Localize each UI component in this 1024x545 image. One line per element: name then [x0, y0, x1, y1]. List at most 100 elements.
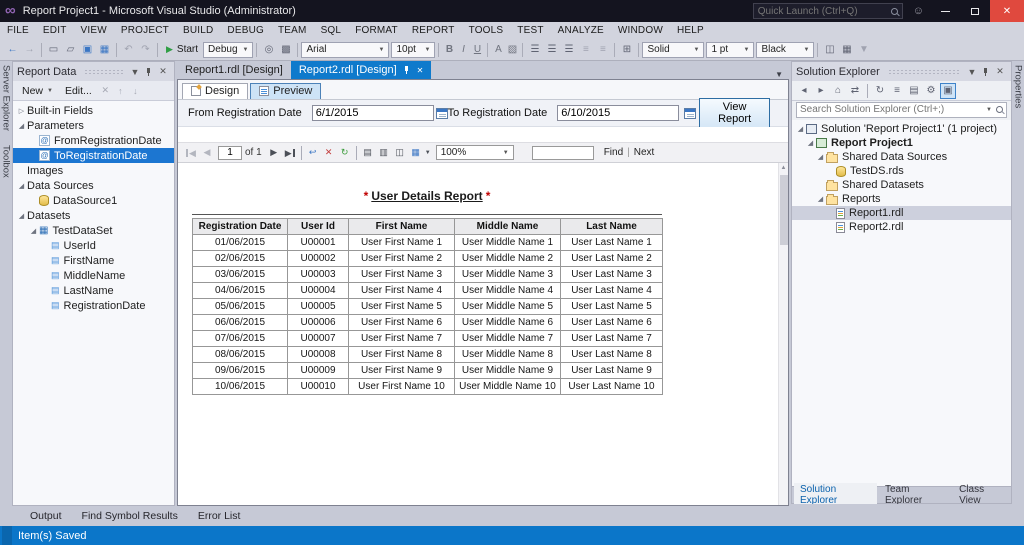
open-file-icon[interactable]: ▱ [62, 41, 79, 59]
bullet-list-icon[interactable]: ≡ [577, 41, 594, 59]
side-tab-properties[interactable]: Properties [1013, 65, 1024, 108]
properties-icon[interactable]: ⚙ [923, 83, 939, 99]
tree-item[interactable]: TestDS.rds [792, 164, 1011, 178]
tree-item[interactable]: ▷Built-in Fields [13, 103, 174, 118]
back-icon[interactable]: ◂ [796, 83, 812, 99]
print-icon[interactable]: ▤ [360, 144, 376, 161]
first-page-icon[interactable]: ◀ [183, 144, 199, 161]
feedback-icon[interactable]: ☺ [913, 5, 924, 17]
close-tab-icon[interactable]: ✕ [417, 66, 424, 75]
start-debug-button[interactable]: ▶ Start [161, 44, 203, 55]
document-tab[interactable]: Report2.rdl [Design]✕ [291, 61, 432, 79]
tree-collapse-icon[interactable]: ◢ [28, 227, 39, 235]
comment-icon[interactable]: ▩ [277, 41, 294, 59]
find-next-button[interactable]: Next [630, 147, 659, 158]
panel-tab-find-symbol-results[interactable]: Find Symbol Results [74, 508, 186, 524]
tree-collapse-icon[interactable]: ◢ [795, 125, 806, 133]
menu-item-tools[interactable]: TOOLS [462, 25, 511, 36]
edit-button[interactable]: Edit... [60, 84, 97, 98]
menu-item-test[interactable]: TEST [510, 25, 550, 36]
menu-item-analyze[interactable]: ANALYZE [551, 25, 611, 36]
search-box[interactable]: ▼ [796, 102, 1007, 118]
undo-icon[interactable]: ↶ [120, 41, 137, 59]
last-page-icon[interactable]: ▶ [282, 144, 298, 161]
tree-item[interactable]: ◢Datasets [13, 208, 174, 223]
navigate-forward-icon[interactable]: → [21, 41, 38, 59]
panel-tab-output[interactable]: Output [22, 508, 70, 524]
tab-list-dropdown-icon[interactable]: ▼ [769, 70, 789, 79]
refresh-icon[interactable]: ↻ [872, 83, 888, 99]
border-width-select[interactable]: 1 pt ▼ [706, 42, 754, 58]
switch-views-icon[interactable]: ⇄ [847, 83, 863, 99]
tree-collapse-icon[interactable]: ◢ [16, 122, 27, 130]
bold-icon[interactable]: B [442, 44, 456, 55]
toolbar-overflow-icon[interactable]: ▼ [855, 41, 872, 59]
tree-item[interactable]: Report2.rdl [792, 220, 1011, 234]
tree-item[interactable]: @FromRegistrationDate [13, 133, 174, 148]
window-position-icon[interactable]: ▼ [128, 64, 142, 80]
tree-item[interactable]: Report1.rdl [792, 206, 1011, 220]
tree-item[interactable]: ▤MiddleName [13, 268, 174, 283]
border-style-select[interactable]: Solid ▼ [642, 42, 704, 58]
quick-launch-input[interactable] [758, 6, 891, 17]
preview-selected-items-icon[interactable]: ▣ [940, 83, 956, 99]
previous-page-icon[interactable]: ◀ [199, 144, 215, 161]
menu-item-sql[interactable]: SQL [314, 25, 349, 36]
tab-design[interactable]: Design [182, 83, 248, 99]
stop-rendering-icon[interactable]: ✕ [321, 144, 337, 161]
menu-item-window[interactable]: WINDOW [611, 25, 670, 36]
align-right-icon[interactable]: ☰ [560, 41, 577, 59]
tree-collapse-icon[interactable]: ◢ [815, 195, 826, 203]
font-family-select[interactable]: Arial ▼ [301, 42, 389, 58]
tree-item[interactable]: ◢Report Project1 [792, 136, 1011, 150]
save-all-icon[interactable]: ▦ [96, 41, 113, 59]
restore-button[interactable] [960, 0, 990, 22]
vertical-scrollbar[interactable]: ▲ [778, 163, 788, 505]
italic-icon[interactable]: I [456, 44, 470, 55]
tree-item[interactable]: DataSource1 [13, 193, 174, 208]
menu-item-team[interactable]: TEAM [271, 25, 314, 36]
close-button[interactable]: ✕ [990, 0, 1024, 22]
tree-item[interactable]: ▤UserId [13, 238, 174, 253]
minimize-button[interactable] [930, 0, 960, 22]
tree-item[interactable]: ▤FirstName [13, 253, 174, 268]
number-list-icon[interactable]: ≡ [594, 41, 611, 59]
export-icon[interactable]: ▦ [408, 144, 424, 161]
save-icon[interactable]: ▣ [79, 41, 96, 59]
quick-launch-box[interactable] [753, 3, 903, 19]
tree-item[interactable]: ▤LastName [13, 283, 174, 298]
new-button[interactable]: New ▼ [17, 84, 58, 98]
print-layout-icon[interactable]: ▥ [376, 144, 392, 161]
find-in-files-icon[interactable]: ◎ [260, 41, 277, 59]
align-left-icon[interactable]: ☰ [526, 41, 543, 59]
scrollbar-thumb[interactable] [780, 175, 788, 245]
tree-collapse-icon[interactable]: ◢ [16, 212, 27, 220]
close-panel-icon[interactable]: ✕ [156, 64, 170, 80]
zoom-select[interactable]: 100% ▼ [436, 145, 514, 160]
menu-item-file[interactable]: FILE [0, 25, 36, 36]
tree-item[interactable]: ▤RegistrationDate [13, 298, 174, 313]
panel-tab-error-list[interactable]: Error List [190, 508, 249, 524]
document-tab[interactable]: Report1.rdl [Design] [177, 61, 291, 79]
menu-item-format[interactable]: FORMAT [348, 25, 405, 36]
move-up-icon[interactable]: ↑ [114, 86, 127, 96]
pin-icon[interactable] [403, 65, 411, 75]
menu-item-debug[interactable]: DEBUG [220, 25, 271, 36]
configuration-select[interactable]: Debug ▼ [203, 42, 253, 58]
collapse-all-icon[interactable]: ≡ [889, 83, 905, 99]
solution-search-input[interactable] [800, 104, 982, 115]
new-file-icon[interactable]: ▭ [45, 41, 62, 59]
table-icon[interactable]: ▦ [838, 41, 855, 59]
tree-collapse-icon[interactable]: ◢ [815, 153, 826, 161]
menu-item-build[interactable]: BUILD [176, 25, 220, 36]
menu-item-help[interactable]: HELP [670, 25, 711, 36]
tree-expand-icon[interactable]: ▷ [16, 107, 27, 115]
underline-icon[interactable]: U [470, 44, 484, 55]
foreground-color-icon[interactable]: A [491, 44, 505, 55]
refresh-icon[interactable]: ↻ [337, 144, 353, 161]
find-button[interactable]: Find [600, 147, 627, 158]
page-setup-icon[interactable]: ◫ [392, 144, 408, 161]
page-number-input[interactable] [218, 146, 242, 160]
find-input[interactable] [532, 146, 594, 160]
tree-item[interactable]: Shared Datasets [792, 178, 1011, 192]
